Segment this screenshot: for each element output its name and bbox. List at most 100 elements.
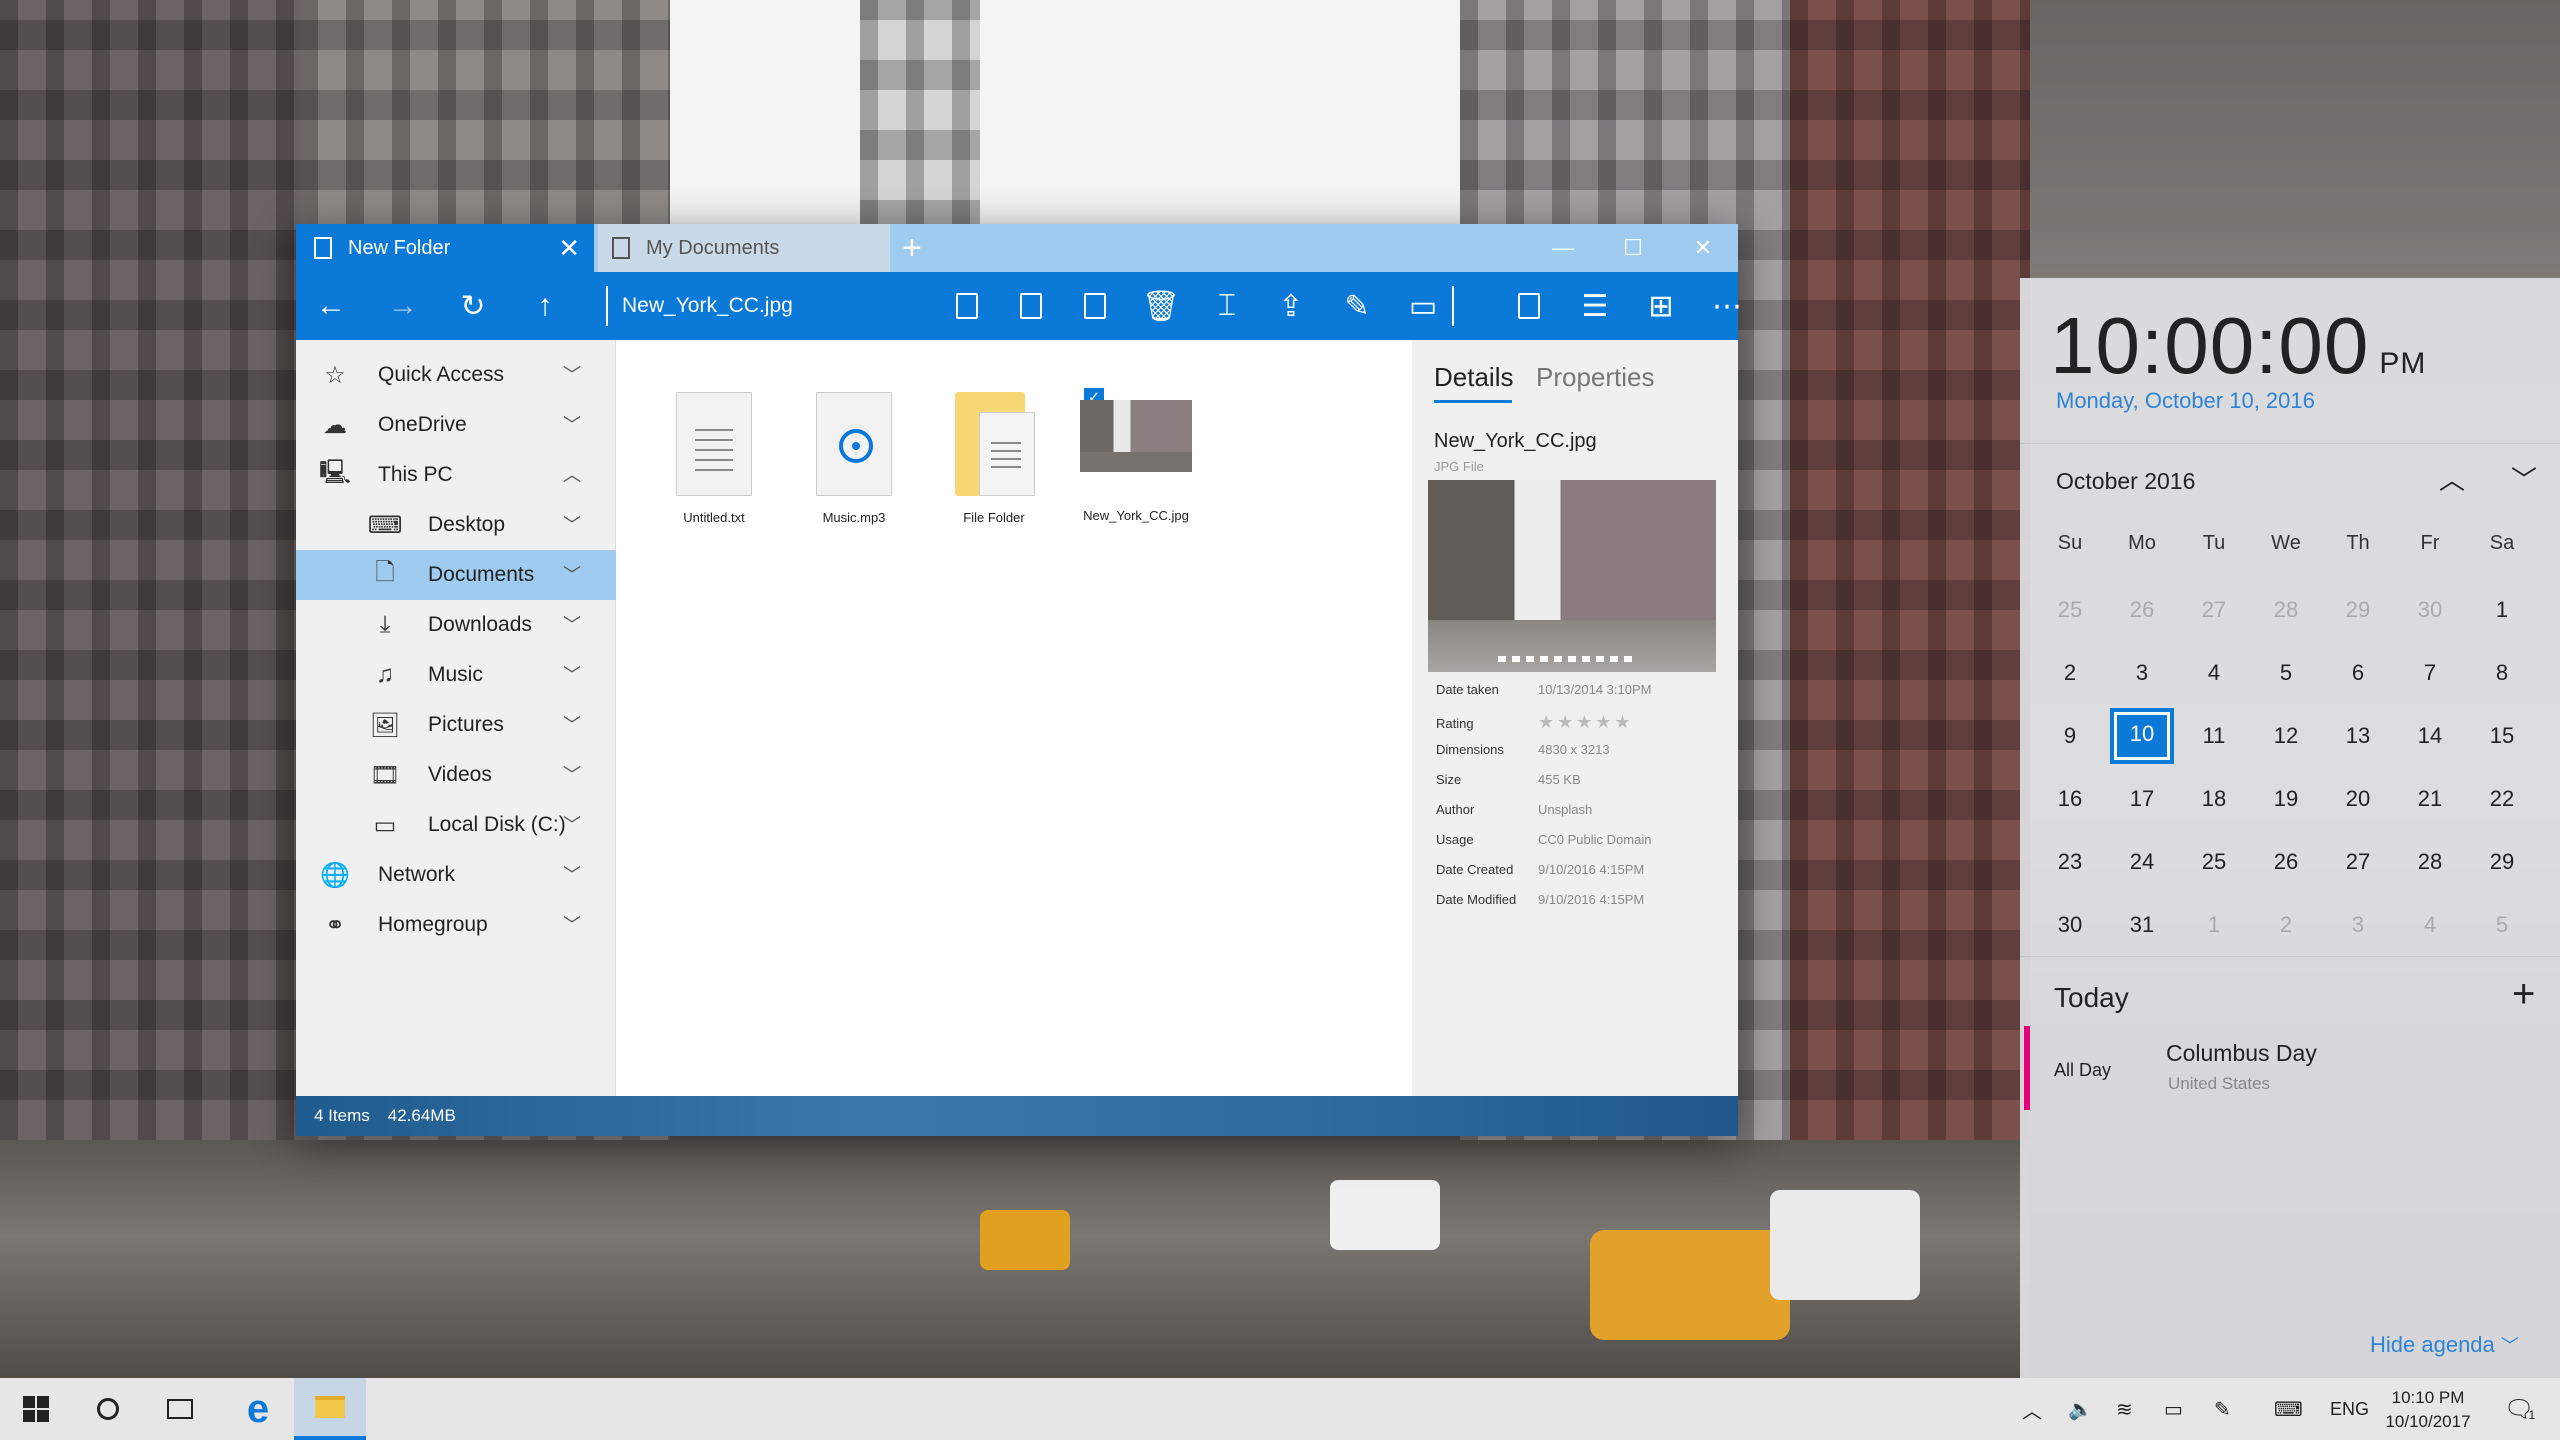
share-button[interactable]: ⇪ (1264, 272, 1318, 340)
current-date-link[interactable]: Monday, October 10, 2016 (2056, 388, 2315, 414)
month-label[interactable]: October 2016 (2056, 468, 2195, 495)
calendar-day[interactable]: 5 (2466, 895, 2538, 955)
maximize-button[interactable]: ☐ (1598, 224, 1668, 272)
edit-button[interactable]: ✎ (1330, 272, 1384, 340)
keyboard-icon[interactable]: ⌨ (2274, 1378, 2303, 1440)
move-button[interactable] (1068, 272, 1122, 340)
sidebar-item-downloads[interactable]: ⤓ Downloads ﹀ (296, 600, 616, 650)
calendar-day[interactable]: 19 (2250, 769, 2322, 829)
calendar-day[interactable]: 30 (2034, 895, 2106, 955)
file-explorer-taskbar-button[interactable] (294, 1378, 366, 1440)
calendar-day[interactable]: 4 (2394, 895, 2466, 955)
search-cortana-button[interactable] (72, 1378, 144, 1440)
start-button[interactable] (0, 1378, 72, 1440)
calendar-day[interactable]: 31 (2106, 895, 2178, 955)
calendar-day[interactable]: 20 (2322, 769, 2394, 829)
calendar-day[interactable]: 25 (2178, 832, 2250, 892)
tab-my-documents[interactable]: My Documents (598, 224, 890, 272)
calendar-day[interactable]: 2 (2250, 895, 2322, 955)
sidebar-item-this-pc[interactable]: 🖳 This PC ︿ (296, 450, 616, 500)
calendar-day[interactable]: 1 (2466, 580, 2538, 640)
show-hidden-icons-button[interactable]: ︿ (2022, 1378, 2042, 1440)
forward-button[interactable]: → (376, 272, 430, 340)
calendar-day[interactable]: 4 (2178, 643, 2250, 703)
hide-agenda-button[interactable]: Hide agenda ﹀ (2370, 1332, 2519, 1358)
calendar-day[interactable]: 3 (2322, 895, 2394, 955)
address-path[interactable]: New_York_CC.jpg (606, 286, 793, 326)
more-button[interactable]: ⋯ (1700, 272, 1754, 340)
chevron-down-icon[interactable]: ﹀ (560, 763, 584, 787)
chevron-down-icon[interactable]: ﹀ (560, 913, 584, 937)
new-tab-button[interactable]: + (902, 228, 922, 268)
calendar-day[interactable]: 18 (2178, 769, 2250, 829)
next-month-button[interactable]: ﹀ (2504, 460, 2544, 497)
calendar-day-selected[interactable]: 10 (2110, 708, 2174, 764)
taskbar-clock[interactable]: 10:10 PM 10/10/2017 (2368, 1386, 2488, 1434)
calendar-day[interactable]: 22 (2466, 769, 2538, 829)
prev-month-button[interactable]: ︿ (2432, 460, 2472, 497)
wifi-icon[interactable]: ≋ (2116, 1378, 2133, 1440)
chevron-down-icon[interactable]: ﹀ (560, 863, 584, 887)
event-title[interactable]: Columbus Day (2166, 1040, 2317, 1067)
chevron-down-icon[interactable]: ﹀ (560, 563, 584, 587)
calendar-day[interactable]: 26 (2250, 832, 2322, 892)
chevron-down-icon[interactable]: ﹀ (560, 663, 584, 687)
calendar-day[interactable]: 29 (2322, 580, 2394, 640)
rename-button[interactable]: ⌶ (1200, 272, 1254, 340)
calendar-day[interactable]: 14 (2394, 706, 2466, 766)
calendar-day[interactable]: 12 (2250, 706, 2322, 766)
calendar-day[interactable]: 17 (2106, 769, 2178, 829)
new-file-button[interactable] (1502, 272, 1556, 340)
paste-button[interactable] (1004, 272, 1058, 340)
calendar-day[interactable]: 15 (2466, 706, 2538, 766)
sidebar-item-network[interactable]: 🌐 Network ﹀ (296, 850, 616, 900)
battery-icon[interactable]: ▭ (2164, 1378, 2183, 1440)
calendar-day[interactable]: 28 (2250, 580, 2322, 640)
calendar-day[interactable]: 7 (2394, 643, 2466, 703)
grid-view-button[interactable]: ⊞ (1634, 272, 1688, 340)
calendar-day[interactable]: 8 (2466, 643, 2538, 703)
edge-browser-button[interactable]: e (222, 1378, 294, 1440)
volume-icon[interactable]: 🔈 (2068, 1378, 2093, 1440)
file-item-folder[interactable]: File Folder (934, 392, 1054, 525)
calendar-day[interactable]: 27 (2322, 832, 2394, 892)
chevron-down-icon[interactable]: ﹀ (560, 513, 584, 537)
add-event-button[interactable]: + (2512, 972, 2535, 1017)
close-tab-icon[interactable]: ✕ (558, 235, 580, 261)
preview-button[interactable]: ▭ (1396, 272, 1450, 340)
tab-new-folder[interactable]: New Folder ✕ (296, 224, 594, 272)
minimize-button[interactable]: — (1528, 224, 1598, 272)
sidebar-item-homegroup[interactable]: ⚭ Homegroup ﹀ (296, 900, 616, 950)
pen-icon[interactable]: ✎ (2214, 1378, 2231, 1440)
calendar-day[interactable]: 2 (2034, 643, 2106, 703)
calendar-day[interactable]: 25 (2034, 580, 2106, 640)
close-window-button[interactable]: ✕ (1668, 224, 1738, 272)
calendar-day[interactable]: 30 (2394, 580, 2466, 640)
delete-button[interactable]: 🗑 (1134, 272, 1188, 340)
up-button[interactable]: ↑ (518, 272, 572, 340)
calendar-day[interactable]: 24 (2106, 832, 2178, 892)
file-item-music-mp3[interactable]: Music.mp3 (794, 392, 914, 525)
action-center-button[interactable]: 🗨 1 (2504, 1378, 2535, 1440)
calendar-day[interactable]: 29 (2466, 832, 2538, 892)
calendar-day[interactable]: 13 (2322, 706, 2394, 766)
chevron-down-icon[interactable]: ﹀ (560, 713, 584, 737)
calendar-day[interactable]: 27 (2178, 580, 2250, 640)
tab-properties[interactable]: Properties (1536, 362, 1655, 393)
calendar-day[interactable]: 9 (2034, 706, 2106, 766)
chevron-down-icon[interactable]: ﹀ (560, 813, 584, 837)
calendar-day[interactable]: 11 (2178, 706, 2250, 766)
sidebar-item-onedrive[interactable]: ☁ OneDrive ﹀ (296, 400, 616, 450)
calendar-day[interactable]: 1 (2178, 895, 2250, 955)
calendar-day[interactable]: 21 (2394, 769, 2466, 829)
chevron-down-icon[interactable]: ﹀ (560, 363, 584, 387)
refresh-button[interactable]: ↻ (446, 272, 500, 340)
chevron-down-icon[interactable]: ﹀ (560, 413, 584, 437)
language-indicator[interactable]: ENG (2330, 1378, 2369, 1440)
sidebar-item-music[interactable]: ♫ Music ﹀ (296, 650, 616, 700)
sidebar-item-local-disk-c[interactable]: ▭ Local Disk (C:) ﹀ (296, 800, 616, 850)
chevron-down-icon[interactable]: ﹀ (560, 613, 584, 637)
rating-stars[interactable]: ★★★★★ (1538, 712, 1634, 732)
sidebar-item-videos[interactable]: 🎞 Videos ﹀ (296, 750, 616, 800)
list-view-button[interactable]: ☰ (1568, 272, 1622, 340)
